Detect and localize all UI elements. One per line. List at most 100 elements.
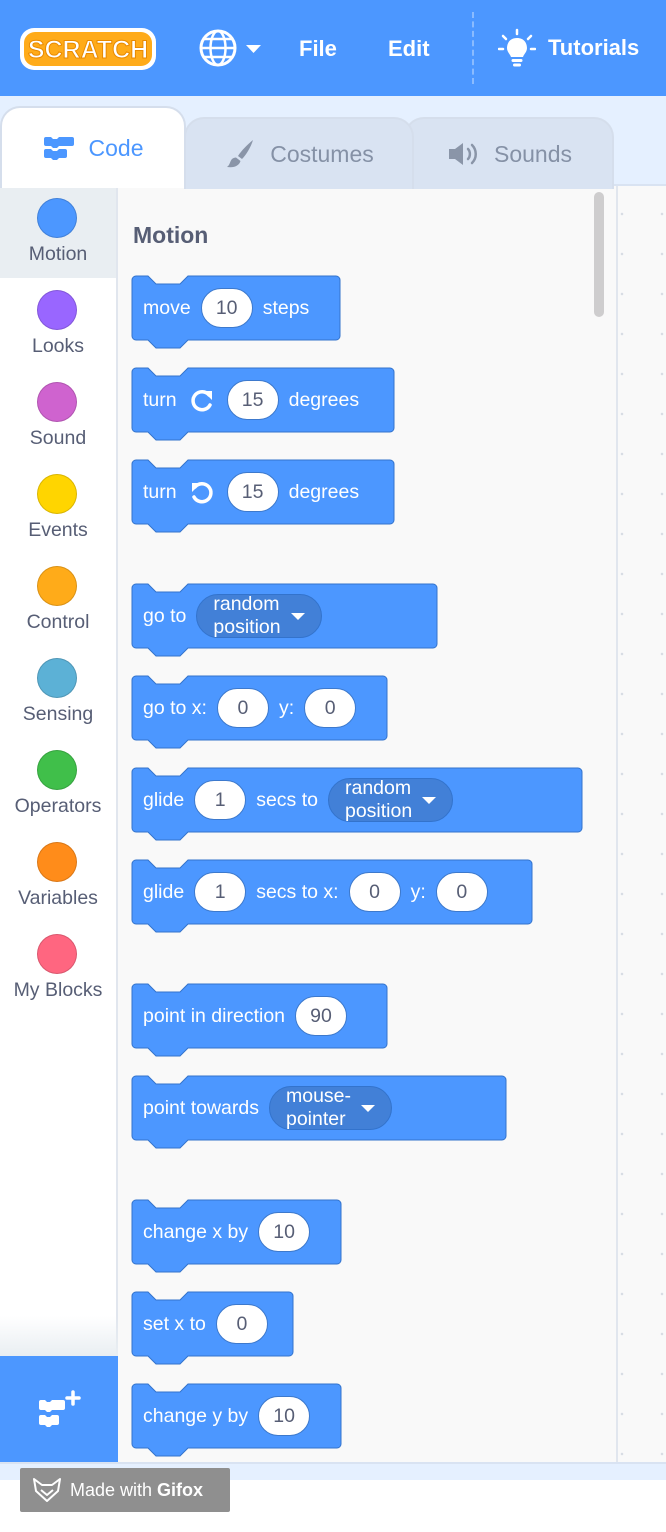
block-text: glide	[143, 788, 185, 811]
language-menu[interactable]	[196, 28, 266, 68]
block-text: go to	[143, 604, 187, 627]
tutorials-label: Tutorials	[548, 35, 640, 60]
block-text: set x to	[143, 1312, 206, 1335]
category-looks[interactable]: Looks	[0, 278, 116, 370]
category-sound[interactable]: Sound	[0, 370, 116, 462]
block-text: turn	[143, 480, 177, 503]
category-dot-icon	[37, 382, 77, 422]
logo-text: SCRATCH	[28, 36, 148, 64]
category-dot-icon	[37, 198, 77, 238]
y-input[interactable]: 0	[304, 688, 357, 728]
steps-input[interactable]: 10	[200, 288, 253, 328]
category-label: Looks	[31, 335, 85, 357]
block-text: degrees	[288, 388, 360, 411]
block-text: point towards	[143, 1096, 259, 1119]
edit-menu[interactable]: Edit	[388, 0, 430, 96]
category-label: Sensing	[22, 703, 94, 725]
add-extension-button[interactable]	[0, 1356, 118, 1464]
chevron-down-icon	[290, 612, 305, 620]
degrees-input[interactable]: 15	[226, 472, 279, 512]
block-text: glide	[143, 880, 185, 903]
block-text: turn	[143, 388, 177, 411]
category-events[interactable]: Events	[0, 462, 116, 554]
category-label: Motion	[28, 243, 88, 265]
set-x-input[interactable]: 0	[215, 1304, 268, 1344]
category-dot-icon	[37, 658, 77, 698]
change-x-input[interactable]: 10	[258, 1212, 311, 1252]
block-text: steps	[262, 296, 310, 319]
dropdown-value: random position	[344, 777, 413, 822]
block-text: change y by	[143, 1404, 249, 1427]
x-input[interactable]: 0	[348, 872, 401, 912]
watermark-prefix: Made with	[70, 1479, 153, 1500]
block-text: y:	[410, 880, 426, 903]
category-dot-icon	[37, 474, 77, 514]
category-label: Events	[28, 519, 88, 541]
secs-input[interactable]: 1	[194, 872, 247, 912]
category-label: Control	[26, 611, 90, 633]
point-towards-dropdown[interactable]: mouse-pointer	[268, 1085, 393, 1130]
lightbulb-icon	[498, 28, 536, 67]
flyout-scrollbar[interactable]	[594, 192, 604, 317]
tab-code[interactable]: Code	[0, 106, 186, 188]
watermark-brand: Gifox	[157, 1479, 204, 1500]
category-dot-icon	[37, 842, 77, 882]
category-menu: Motion Looks Sound Events Control Sensin…	[0, 186, 118, 1356]
category-operators[interactable]: Operators	[0, 738, 116, 830]
category-label: My Blocks	[13, 979, 103, 1001]
direction-input[interactable]: 90	[295, 996, 348, 1036]
block-text: change x by	[143, 1220, 249, 1243]
menu-bar: SCRATCH File Edit Tutorials	[0, 0, 666, 96]
category-my-blocks[interactable]: My Blocks	[0, 922, 116, 1014]
secs-input[interactable]: 1	[194, 780, 247, 820]
globe-icon	[199, 29, 261, 67]
rotate-left-icon	[187, 477, 217, 507]
category-menu-fade	[0, 1316, 118, 1356]
block-text: go to x:	[143, 696, 207, 719]
category-dot-icon	[37, 934, 77, 974]
blocks-flyout: Motion move 10 steps turn 15 degrees tur…	[118, 186, 616, 1464]
glide-target-dropdown[interactable]: random position	[327, 777, 454, 822]
block-text: point in direction	[143, 1004, 286, 1027]
category-motion[interactable]: Motion	[0, 186, 116, 278]
dropdown-value: random position	[213, 593, 281, 638]
scratch-logo[interactable]: SCRATCH	[18, 24, 158, 74]
flyout-category-title: Motion	[133, 222, 209, 248]
tab-costumes[interactable]: Costumes	[184, 117, 414, 189]
chevron-down-icon	[246, 45, 261, 53]
tab-costumes-label: Costumes	[270, 140, 374, 167]
gifox-watermark: Made with Gifox	[20, 1468, 230, 1512]
degrees-input[interactable]: 15	[226, 380, 279, 420]
block-text: secs to x:	[256, 880, 339, 903]
chevron-down-icon	[361, 1104, 376, 1112]
speaker-icon	[448, 143, 477, 165]
x-input[interactable]: 0	[216, 688, 269, 728]
tab-sounds-label: Sounds	[493, 140, 572, 167]
category-control[interactable]: Control	[0, 554, 116, 646]
change-y-input[interactable]: 10	[258, 1396, 311, 1436]
script-workspace[interactable]	[616, 186, 666, 1464]
add-extension-icon	[39, 1390, 81, 1427]
file-menu[interactable]: File	[299, 0, 337, 96]
code-blocks-icon	[43, 137, 74, 160]
menu-divider	[472, 12, 474, 84]
category-label: Sound	[29, 427, 87, 449]
block-text: degrees	[288, 480, 360, 503]
category-dot-icon	[37, 566, 77, 606]
category-variables[interactable]: Variables	[0, 830, 116, 922]
block-text: secs to	[256, 788, 318, 811]
rotate-right-icon	[187, 385, 217, 415]
category-label: Variables	[18, 887, 98, 909]
dropdown-value: mouse-pointer	[285, 1085, 352, 1130]
category-dot-icon	[37, 750, 77, 790]
category-dot-icon	[37, 290, 77, 330]
y-input[interactable]: 0	[435, 872, 488, 912]
fox-icon	[33, 1478, 61, 1502]
chevron-down-icon	[422, 796, 437, 804]
go-to-target-dropdown[interactable]: random position	[196, 593, 322, 638]
paintbrush-icon	[227, 140, 254, 168]
tab-sounds[interactable]: Sounds	[404, 117, 614, 189]
category-sensing[interactable]: Sensing	[0, 646, 116, 738]
tutorials-button[interactable]: Tutorials	[498, 0, 639, 96]
block-text: y:	[278, 696, 295, 719]
